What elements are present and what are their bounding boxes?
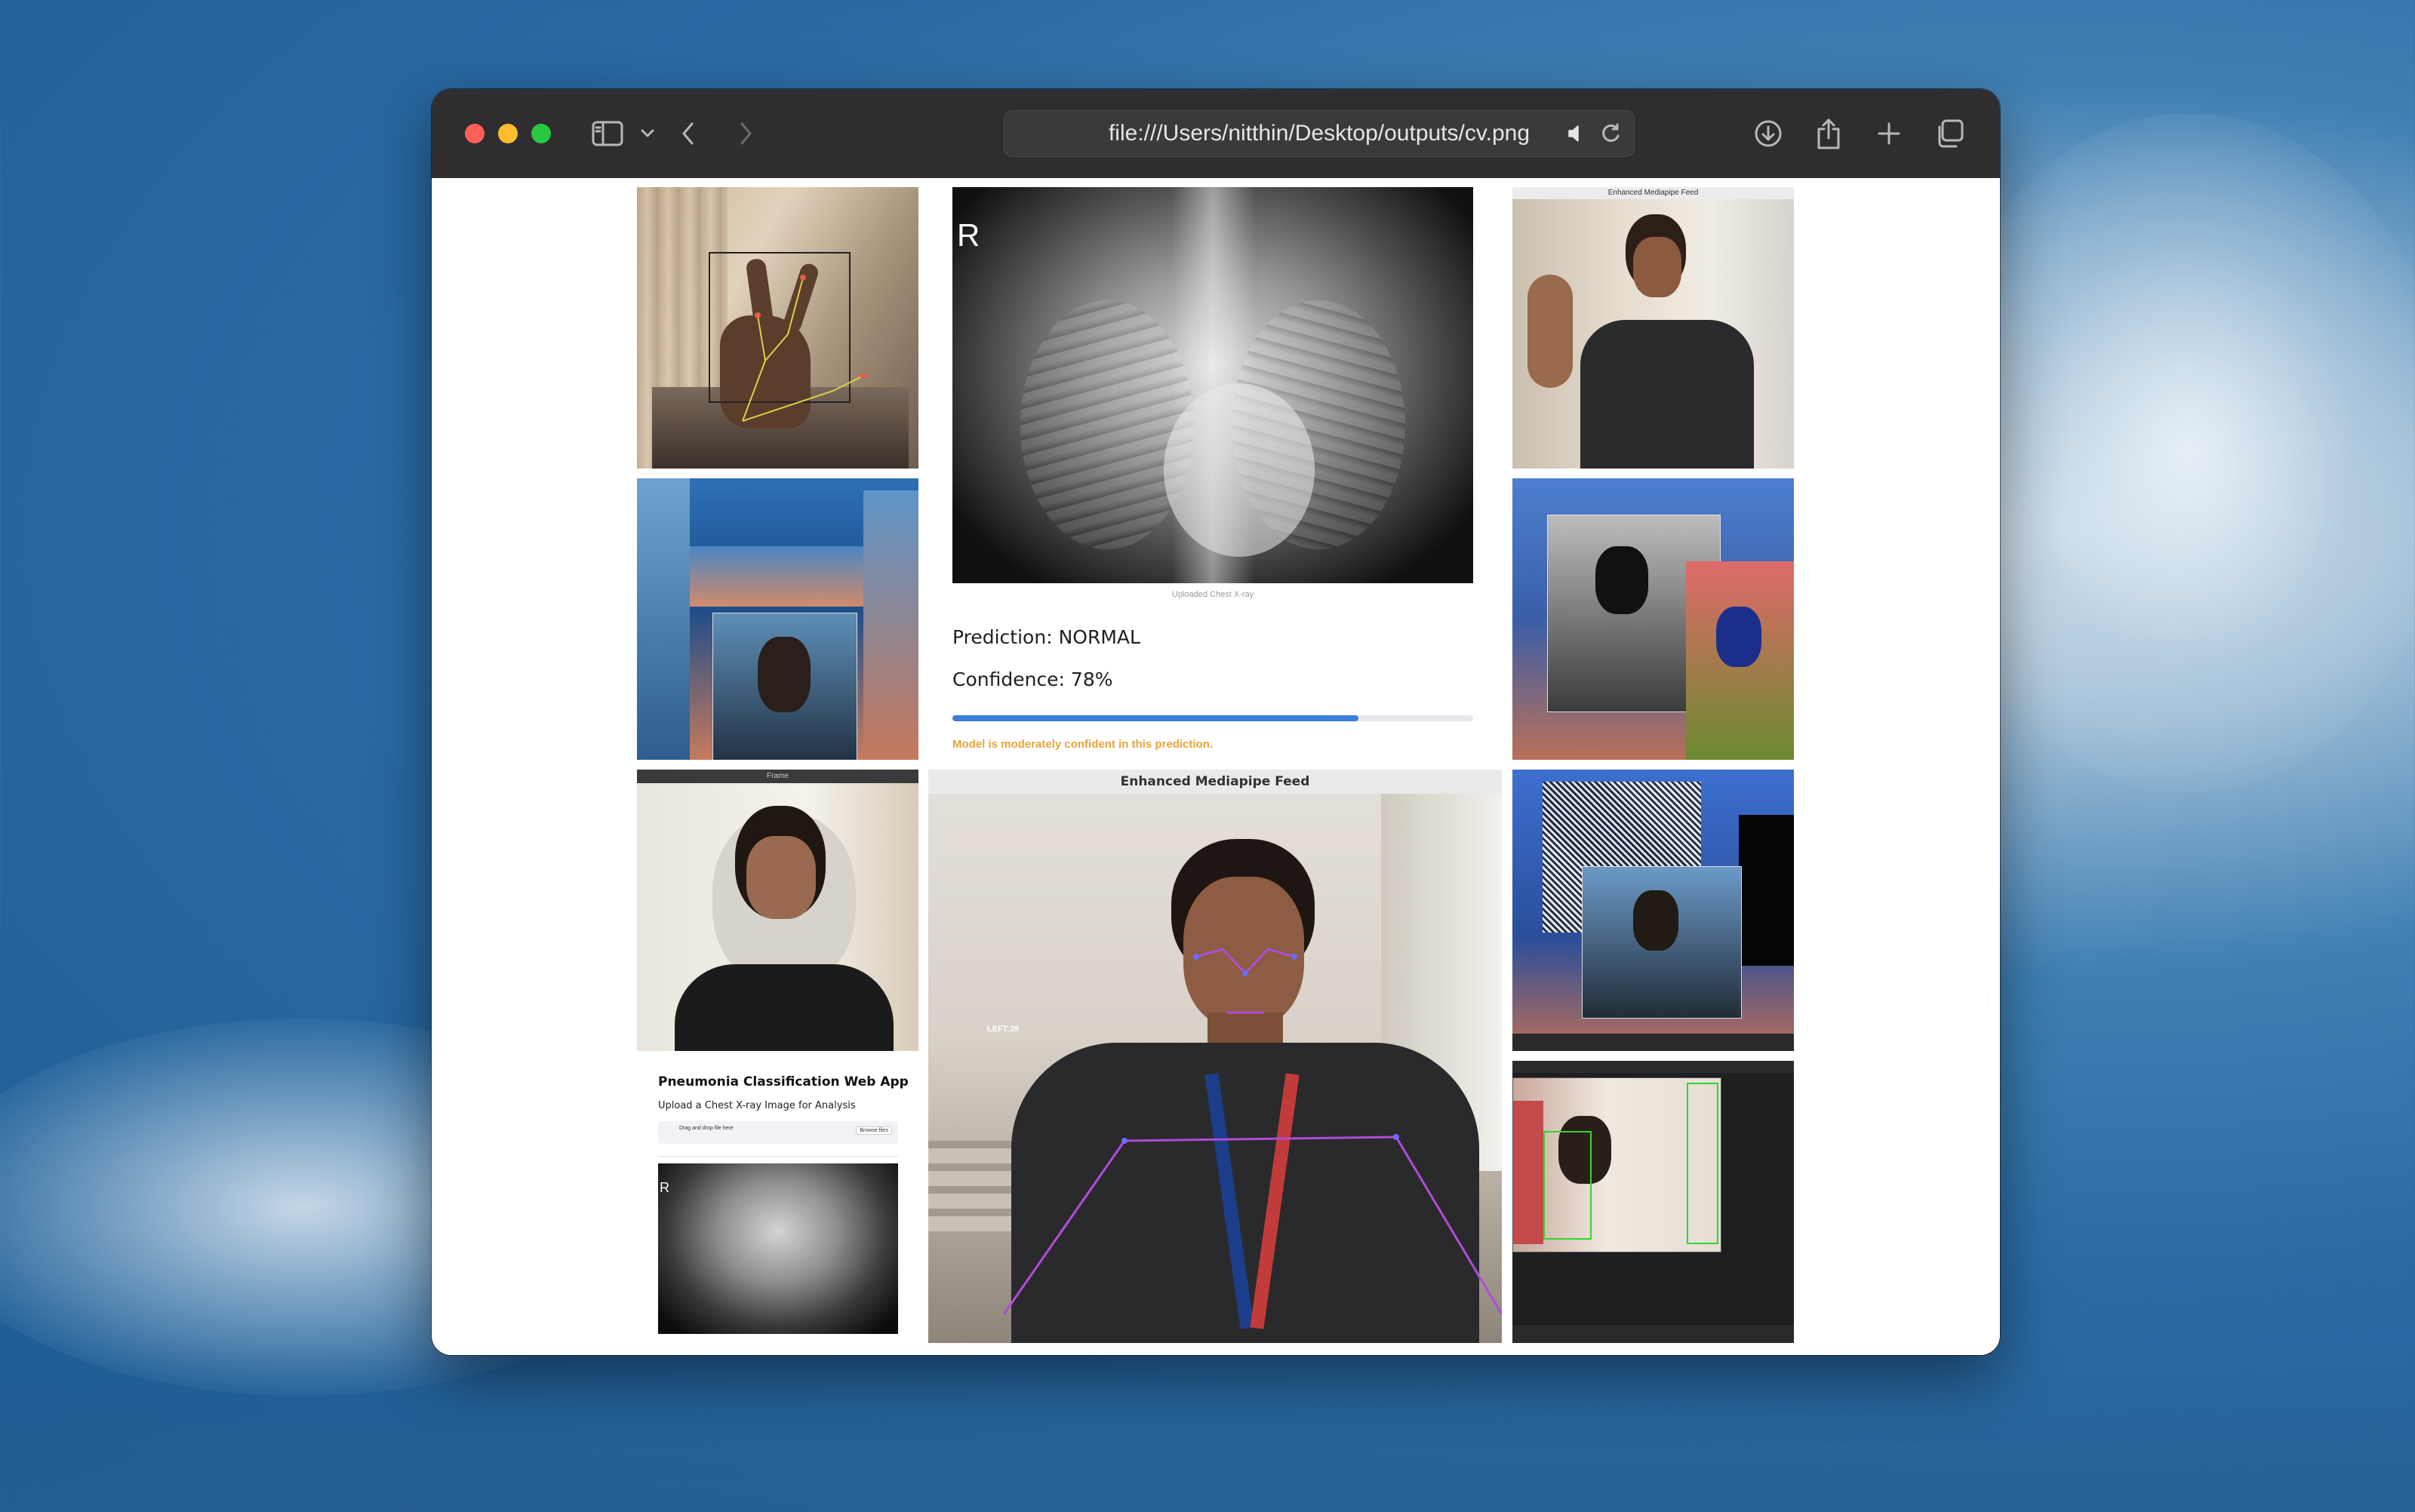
xray-marker: R [957, 217, 980, 253]
webcam-frame-window: Frame [637, 770, 918, 1051]
address-bar[interactable]: file:///Users/nitthin/Desktop/outputs/cv… [1004, 110, 1635, 157]
share-icon[interactable] [1811, 116, 1846, 151]
feed-thumbnail-title: Enhanced Mediapipe Feed [1512, 187, 1794, 199]
sidebar-icon[interactable] [590, 116, 625, 151]
speaker-icon[interactable] [1564, 116, 1589, 151]
plus-icon[interactable] [1872, 116, 1906, 151]
chevron-down-icon[interactable] [637, 116, 658, 151]
confidence-progress-track [952, 715, 1473, 721]
webapp-title: Pneumonia Classification Web App [658, 1074, 909, 1089]
mediapipe-feed-thumbnail: Enhanced Mediapipe Feed [1512, 187, 1794, 469]
webapp-subtitle: Upload a Chest X-ray Image for Analysis [658, 1100, 856, 1111]
pneumonia-webapp-screenshot: Pneumonia Classification Web App Upload … [637, 1061, 918, 1343]
confidence-progress-fill [952, 715, 1359, 721]
frame-window-title: Frame [637, 770, 918, 783]
mediapipe-feed-main: Enhanced Mediapipe Feed LEFT:28 [928, 770, 1502, 1343]
browser-window: file:///Users/nitthin/Desktop/outputs/cv… [432, 89, 2000, 1355]
close-button[interactable] [465, 124, 485, 143]
forward-icon[interactable] [731, 116, 761, 151]
ocean-window-collage [637, 478, 918, 760]
feed-title: Enhanced Mediapipe Feed [928, 770, 1502, 794]
zoom-button[interactable] [531, 124, 551, 143]
pose-landmarks [1002, 948, 1502, 1315]
confidence-note: Model is moderately confident in this pr… [952, 738, 1214, 751]
hand-detection-image [637, 187, 918, 469]
xray-result-panel: R Uploaded Chest X-ray Prediction: NORMA… [952, 187, 1473, 761]
prediction-text: Prediction: NORMAL [952, 626, 1140, 648]
wallpaper-shade [0, 1343, 2415, 1512]
webapp-dropzone: Drag and drop file here Browse files [658, 1121, 898, 1144]
xray-caption: Uploaded Chest X-ray [1171, 590, 1254, 599]
noise-window-collage [1512, 770, 1794, 1051]
minimize-button[interactable] [498, 124, 518, 143]
browser-toolbar: file:///Users/nitthin/Desktop/outputs/cv… [432, 89, 2000, 179]
feed-video: LEFT:28 [928, 794, 1502, 1343]
page-content: R Uploaded Chest X-ray Prediction: NORMA… [432, 178, 2000, 1355]
download-icon[interactable] [1751, 116, 1786, 151]
back-icon[interactable] [673, 116, 703, 151]
filtered-window-collage [1512, 478, 1794, 760]
face-detection-window [1512, 1061, 1794, 1343]
dropzone-text: Drag and drop file here [679, 1126, 734, 1131]
browse-button: Browse files [856, 1126, 892, 1135]
tabs-icon[interactable] [1932, 116, 1967, 151]
url-text[interactable]: file:///Users/nitthin/Desktop/outputs/cv… [1004, 110, 1635, 157]
chest-xray-image: R [952, 187, 1473, 583]
confidence-text: Confidence: 78% [952, 668, 1113, 690]
reload-icon[interactable] [1595, 116, 1626, 151]
webapp-xray-image: R [658, 1163, 898, 1334]
webapp-xray-marker: R [660, 1180, 669, 1195]
